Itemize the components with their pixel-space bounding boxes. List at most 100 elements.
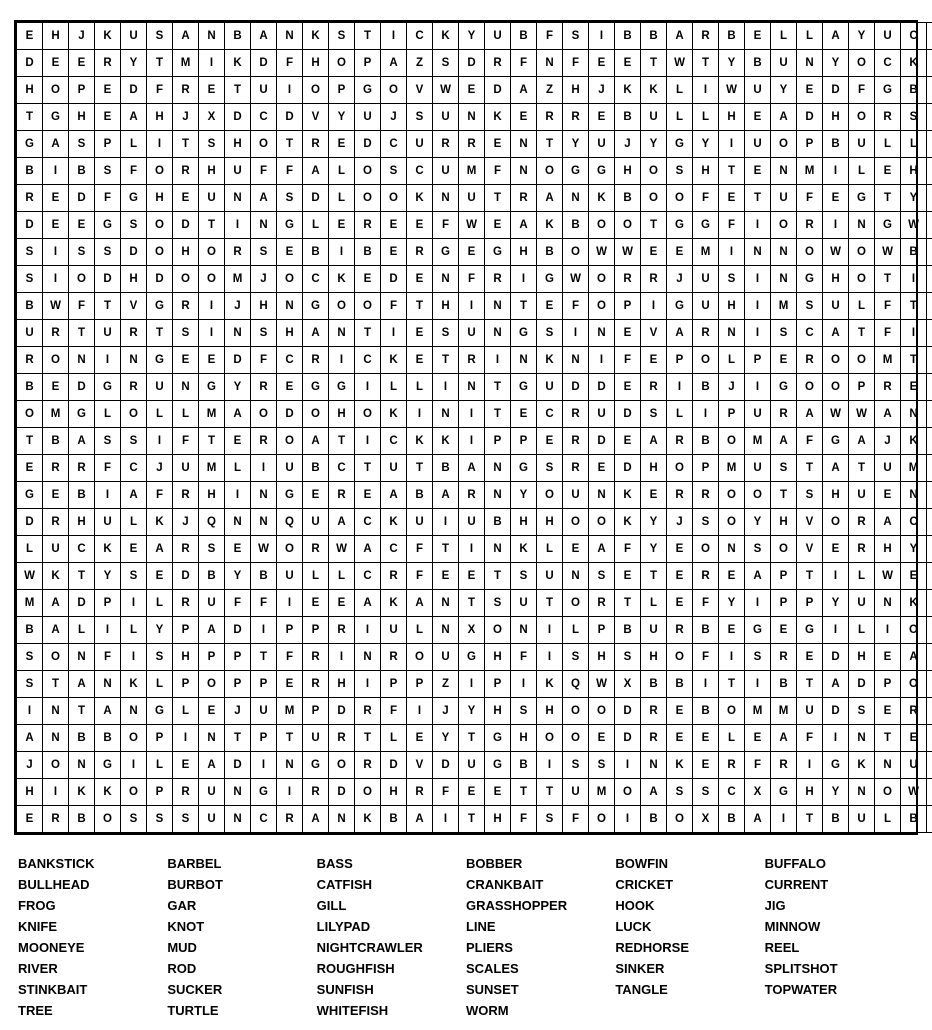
grid-cell: S [563,752,589,779]
grid-cell: I [459,293,485,320]
grid-cell: L [901,131,927,158]
grid-cell: S [745,536,771,563]
word-item: BUFFALO [765,854,914,873]
grid-cell: J [615,131,641,158]
grid-cell: O [823,347,849,374]
grid-cell: A [511,212,537,239]
grid-cell: K [641,77,667,104]
grid-cell: G [147,347,173,374]
grid-cell: R [251,428,277,455]
grid-cell: T [147,320,173,347]
grid-cell: U [563,482,589,509]
grid-cell: G [511,374,537,401]
grid-cell: D [95,266,121,293]
grid-cell: T [927,698,932,725]
grid-cell: E [537,293,563,320]
grid-cell: A [537,185,563,212]
grid-cell: J [719,374,745,401]
grid-cell: J [251,266,277,293]
word-item: SUCKER [167,980,316,999]
grid-cell: E [719,617,745,644]
grid-cell: I [173,725,199,752]
grid-cell: Q [927,23,932,50]
grid-cell: N [485,536,511,563]
grid-cell: O [849,347,875,374]
grid-cell: C [121,455,147,482]
grid-cell: B [615,104,641,131]
grid-cell: N [329,320,355,347]
grid-cell: I [719,644,745,671]
grid-cell: A [17,725,43,752]
grid-cell: N [641,752,667,779]
grid-cell: P [303,617,329,644]
grid-cell: D [459,50,485,77]
grid-cell: P [277,617,303,644]
grid-cell: N [719,536,745,563]
grid-cell: U [459,185,485,212]
grid-cell: G [485,725,511,752]
grid-cell: R [771,752,797,779]
grid-cell: F [251,347,277,374]
grid-cell: S [17,671,43,698]
grid-cell: U [849,482,875,509]
grid-cell: D [927,401,932,428]
letter-grid: EHJKUSANBANKSTICKYUBFSIBBARBELLAYUCQJPDE… [16,22,932,833]
grid-cell: A [823,455,849,482]
word-item: SCALES [466,959,615,978]
grid-cell: K [537,671,563,698]
grid-cell: E [511,104,537,131]
grid-cell: V [407,752,433,779]
grid-cell: E [277,374,303,401]
grid-cell: Y [121,50,147,77]
grid-cell: P [875,671,901,698]
grid-cell: R [173,779,199,806]
grid-cell: I [433,374,459,401]
grid-cell: T [693,50,719,77]
grid-cell: Y [641,131,667,158]
grid-cell: A [589,536,615,563]
grid-cell: T [641,50,667,77]
grid-cell: J [667,509,693,536]
grid-cell: S [849,698,875,725]
grid-cell: F [615,536,641,563]
grid-cell: T [69,698,95,725]
grid-cell: P [693,455,719,482]
grid-cell: K [225,50,251,77]
grid-cell: E [667,536,693,563]
grid-cell: S [693,509,719,536]
grid-cell: N [901,401,927,428]
grid-cell: T [719,158,745,185]
grid-cell: D [485,77,511,104]
grid-cell: E [407,266,433,293]
grid-cell: E [745,158,771,185]
grid-cell: B [381,806,407,833]
grid-cell: L [407,374,433,401]
grid-cell: L [641,590,667,617]
grid-cell: L [537,536,563,563]
word-item: HOOK [615,896,764,915]
grid-cell: E [17,806,43,833]
grid-cell: C [355,347,381,374]
grid-cell: P [771,563,797,590]
grid-cell: I [511,266,537,293]
grid-cell: N [225,185,251,212]
grid-cell: I [95,347,121,374]
grid-cell: Y [823,50,849,77]
grid-cell: H [225,131,251,158]
grid-cell: S [797,293,823,320]
grid-cell: I [381,320,407,347]
grid-cell: Q [277,509,303,536]
grid-cell: S [563,644,589,671]
grid-cell: I [147,428,173,455]
grid-cell: I [95,617,121,644]
grid-cell: E [459,77,485,104]
grid-cell: I [43,779,69,806]
grid-cell: G [303,374,329,401]
grid-cell: D [797,104,823,131]
grid-cell: B [95,725,121,752]
grid-cell: N [511,617,537,644]
grid-cell: O [667,185,693,212]
grid-cell: A [121,482,147,509]
grid-cell: I [589,23,615,50]
grid-cell: T [849,320,875,347]
